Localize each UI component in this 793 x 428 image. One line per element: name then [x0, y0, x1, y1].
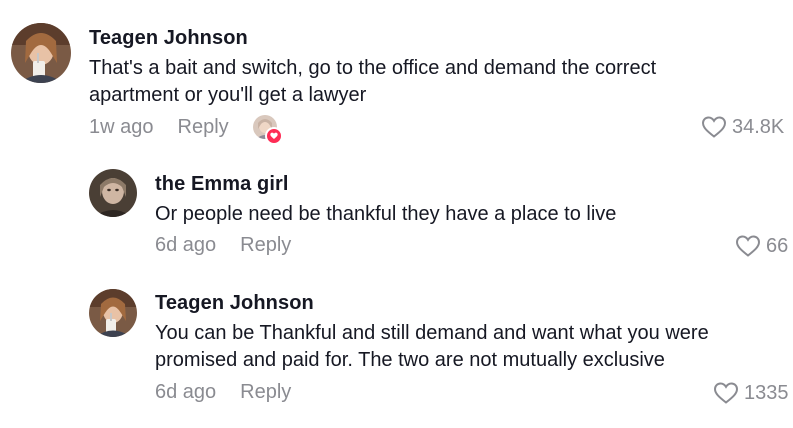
comments-section: Teagen Johnson That's a bait and switch,… [0, 0, 793, 428]
like-count: 1335 [744, 381, 789, 404]
avatar[interactable] [11, 23, 71, 83]
reply-button[interactable]: Reply [240, 234, 291, 257]
avatar[interactable] [89, 289, 137, 337]
comment-username[interactable]: Teagen Johnson [155, 292, 314, 315]
comment-username[interactable]: Teagen Johnson [89, 27, 248, 50]
comment-timestamp: 6d ago [155, 381, 217, 403]
heart-outline-icon [713, 382, 739, 404]
comment-username[interactable]: the Emma girl [155, 173, 289, 196]
reply-button[interactable]: Reply [240, 381, 291, 404]
heart-outline-icon [701, 116, 727, 138]
like-button[interactable]: 34.8K [701, 115, 784, 139]
heart-filled-icon [264, 127, 283, 145]
like-button[interactable]: 66 [735, 234, 788, 258]
heart-outline-icon [735, 235, 761, 257]
like-button[interactable]: 1335 [713, 381, 789, 405]
reply-button[interactable]: Reply [178, 116, 229, 139]
comment-timestamp: 6d ago [155, 234, 217, 256]
comment-text: You can be Thankful and still demand and… [155, 322, 709, 371]
creator-liked-badge [252, 115, 283, 145]
like-count: 34.8K [732, 115, 785, 138]
comment-timestamp: 1w ago [89, 115, 154, 138]
comment-text: That's a bait and switch, go to the offi… [89, 57, 657, 106]
avatar[interactable] [89, 169, 137, 217]
comment-meta: 6d ago Reply [155, 234, 291, 257]
like-count: 66 [766, 234, 789, 257]
comment-meta: 1w ago Reply [89, 115, 283, 145]
comment-meta: 6d ago Reply [155, 381, 291, 404]
comment-text: Or people need be thankful they have a p… [155, 203, 617, 225]
